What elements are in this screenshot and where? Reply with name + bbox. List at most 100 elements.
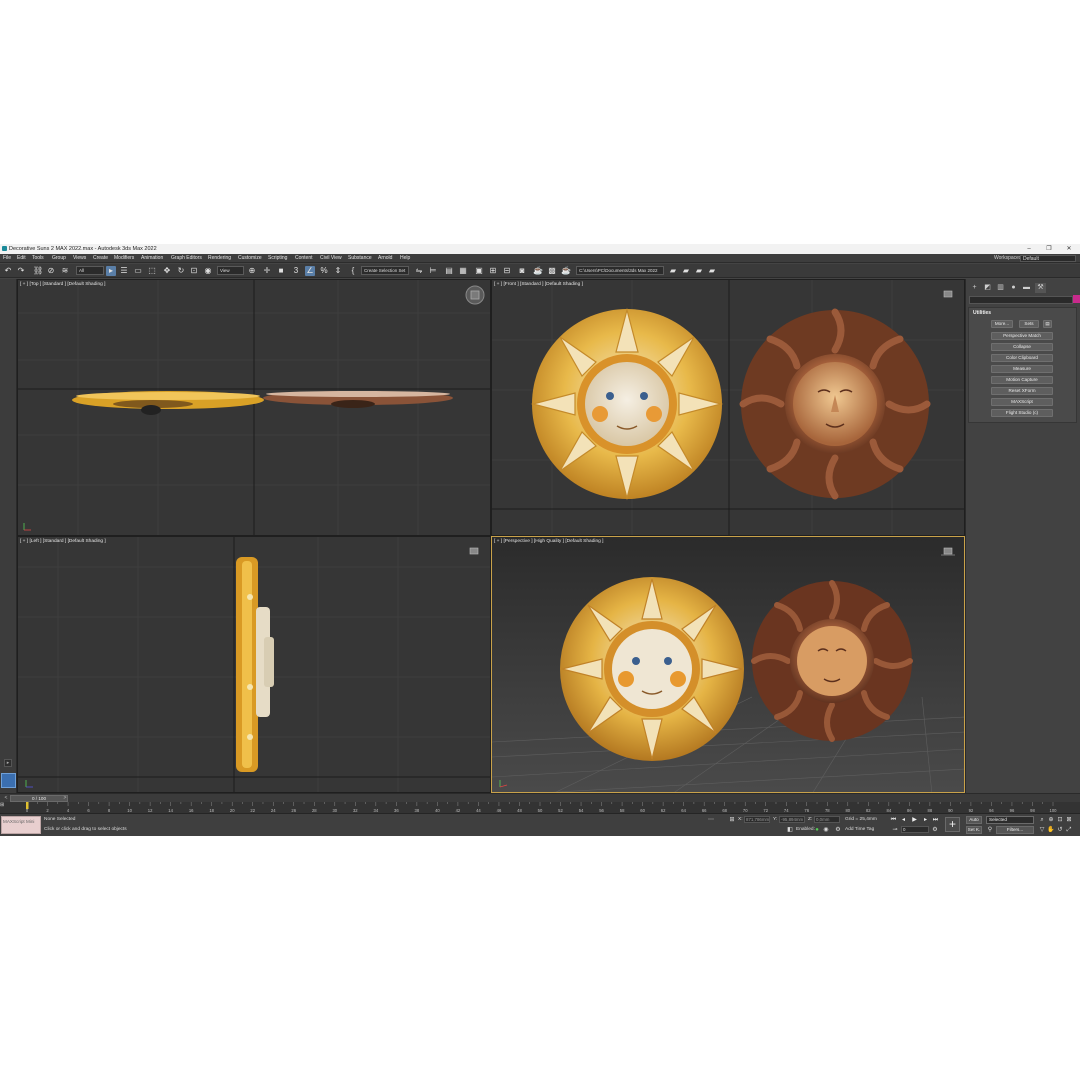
viewport-front[interactable]: [ + ] [Front ] [Standard ] [Default Shad… — [491, 279, 965, 536]
menu-substance[interactable]: Substance — [348, 255, 372, 261]
project-path-dropdown[interactable]: C:\Users\PC\Documents\3ds Max 2022 — [576, 266, 664, 275]
maxscript-listener[interactable]: MAXScript Mini — [1, 816, 41, 834]
set-key-button[interactable]: Set K. — [966, 826, 982, 834]
selection-lock-icon[interactable]: ⊞ — [728, 816, 736, 824]
time-config-icon[interactable]: ⚙ — [931, 826, 939, 834]
viewport-top[interactable]: [ + ] [Top ] [Standard ] [Default Shadin… — [17, 279, 491, 536]
keyboard-shortcut-override-icon[interactable]: ■ — [276, 266, 286, 276]
menu-file[interactable]: File — [3, 255, 11, 261]
x-coordinate-field[interactable]: 871,786mm — [744, 816, 770, 823]
viewport-left-label[interactable]: [ + ] [Left ] [Standard ] [Default Shadi… — [20, 539, 106, 544]
maxscript-button[interactable]: MAXScript — [991, 398, 1053, 406]
viewport-perspective-label[interactable]: [ + ] [Perspective ] [High Quality ] [De… — [494, 539, 603, 544]
menu-animation[interactable]: Animation — [141, 255, 163, 261]
configure-sets-icon[interactable]: ▤ — [1043, 320, 1052, 328]
previous-frame-arrow-icon[interactable]: < — [3, 795, 9, 802]
menu-graph-editors[interactable]: Graph Editors — [171, 255, 202, 261]
playhead[interactable] — [26, 802, 29, 809]
perspective-match-button[interactable]: Perspective Match — [991, 332, 1053, 340]
viewport-left[interactable]: [ + ] [Left ] [Standard ] [Default Shadi… — [17, 536, 491, 793]
object-color-swatch[interactable] — [1073, 295, 1080, 303]
utilities-rollout-title[interactable]: Utilities — [973, 310, 991, 316]
select-object-icon[interactable]: ▸ — [106, 266, 116, 276]
more-button[interactable]: More... — [991, 320, 1013, 328]
viewcube-icon[interactable] — [469, 547, 479, 555]
current-frame-field[interactable]: 0 — [901, 826, 929, 833]
select-manipulate-icon[interactable]: ✛ — [262, 266, 272, 276]
place-icon[interactable]: ◉ — [203, 266, 213, 276]
set-key-icon[interactable]: + — [945, 817, 960, 832]
menu-content[interactable]: Content — [295, 255, 313, 261]
color-clipboard-button[interactable]: Color Clipboard — [991, 354, 1053, 362]
menu-civil-view[interactable]: Civil View — [320, 255, 342, 261]
track-bar[interactable]: ⊞ 0 2 4 6 8 10 12 14 16 18 20 22 24 26 28 30 32 34 36 38 40 4… — [0, 802, 1080, 814]
menu-arnold[interactable]: Arnold — [378, 255, 392, 261]
snaps-toggle-icon[interactable]: 3 — [291, 266, 301, 276]
project-folder-icon[interactable]: ▰ — [668, 266, 678, 276]
menu-customize[interactable]: Customize — [238, 255, 262, 261]
auto-key-button[interactable]: Auto — [966, 816, 982, 824]
percent-snap-icon[interactable]: % — [319, 266, 329, 276]
menu-group[interactable]: Group — [52, 255, 66, 261]
display-icon[interactable]: ▬ — [1021, 283, 1032, 293]
steering-wheel-icon[interactable] — [465, 285, 485, 305]
add-time-tag-icon[interactable]: ⚙ — [834, 826, 842, 834]
undo-icon[interactable]: ↶ — [3, 266, 13, 276]
rectangular-selection-icon[interactable]: ▭ — [133, 266, 143, 276]
scale-icon[interactable]: ⊡ — [189, 266, 199, 276]
toggle-ribbon-icon[interactable]: ▣ — [474, 266, 484, 276]
command-panel-field[interactable] — [969, 296, 1073, 304]
adaptive-degradation-icon[interactable]: ◧ — [786, 826, 794, 834]
selection-filter-dropdown[interactable]: All — [76, 266, 104, 275]
render-production-icon[interactable]: ☕ — [561, 266, 571, 276]
edit-named-selection-icon[interactable]: { — [348, 266, 358, 276]
align-icon[interactable]: ⊨ — [428, 266, 438, 276]
rendered-frame-window-icon[interactable]: ▩ — [547, 266, 557, 276]
material-editor-icon[interactable]: ◙ — [517, 266, 527, 276]
spinner-snap-icon[interactable]: ⇕ — [333, 266, 343, 276]
angle-snap-icon[interactable]: ∠ — [305, 266, 315, 276]
viewport-layout-icon[interactable] — [1, 773, 16, 788]
key-filters-icon[interactable]: ⚲ — [986, 826, 994, 834]
measure-button[interactable]: Measure — [991, 365, 1053, 373]
viewcube-icon[interactable] — [943, 290, 953, 298]
next-key-icon[interactable]: ▸ — [921, 816, 930, 824]
go-to-end-icon[interactable]: ⏭ — [931, 816, 940, 824]
link-icon[interactable]: ⛓ — [33, 266, 43, 276]
schematic-view-icon[interactable]: ⊟ — [502, 266, 512, 276]
viewport-perspective[interactable]: [ + ] [Perspective ] [High Quality ] [De… — [491, 536, 965, 793]
menu-help[interactable]: Help — [400, 255, 410, 261]
project-save-icon[interactable]: ▰ — [694, 266, 704, 276]
go-to-start-icon[interactable]: ⏮ — [889, 816, 898, 824]
viewcube-icon[interactable] — [940, 547, 956, 557]
enabled-toggle-icon[interactable]: ● — [813, 826, 821, 834]
bind-space-warp-icon[interactable]: ≋ — [60, 266, 70, 276]
time-slider[interactable]: < 0 / 100 > — [0, 793, 1080, 802]
select-by-name-icon[interactable]: ☰ — [119, 266, 129, 276]
time-tag-icon[interactable]: ◉ — [822, 826, 830, 834]
sets-button[interactable]: Sets — [1019, 320, 1039, 328]
zoom-all-icon[interactable]: ⊕ — [1047, 816, 1055, 824]
utilities-icon[interactable]: ⚒ — [1035, 283, 1046, 293]
toggle-scene-explorer-icon[interactable]: ▤ — [444, 266, 454, 276]
hierarchy-icon[interactable]: ▥ — [995, 283, 1006, 293]
curve-editor-icon[interactable]: ⊞ — [488, 266, 498, 276]
field-of-view-icon[interactable]: ▽ — [1038, 826, 1046, 834]
unlink-icon[interactable]: ⊘ — [46, 266, 56, 276]
previous-key-icon[interactable]: ◂ — [899, 816, 908, 824]
menu-rendering[interactable]: Rendering — [208, 255, 231, 261]
menu-create[interactable]: Create — [93, 255, 108, 261]
viewport-front-label[interactable]: [ + ] [Front ] [Standard ] [Default Shad… — [494, 282, 583, 287]
menu-scripting[interactable]: Scripting — [268, 255, 287, 261]
project-settings-icon[interactable]: ▰ — [707, 266, 717, 276]
mirror-icon[interactable]: ⇋ — [414, 266, 424, 276]
restore-button[interactable]: ❐ — [1044, 245, 1054, 253]
minimize-button[interactable]: – — [1024, 245, 1034, 253]
z-coordinate-field[interactable]: 0,0mm — [814, 816, 840, 823]
maximize-viewport-icon[interactable]: ⤢ — [1065, 826, 1073, 834]
play-icon[interactable]: ▶ — [910, 816, 919, 824]
modify-icon[interactable]: ◩ — [982, 283, 993, 293]
reset-xform-button[interactable]: Reset XForm — [991, 387, 1053, 395]
move-icon[interactable]: ✥ — [162, 266, 172, 276]
selected-dropdown[interactable]: Selected — [986, 816, 1034, 824]
